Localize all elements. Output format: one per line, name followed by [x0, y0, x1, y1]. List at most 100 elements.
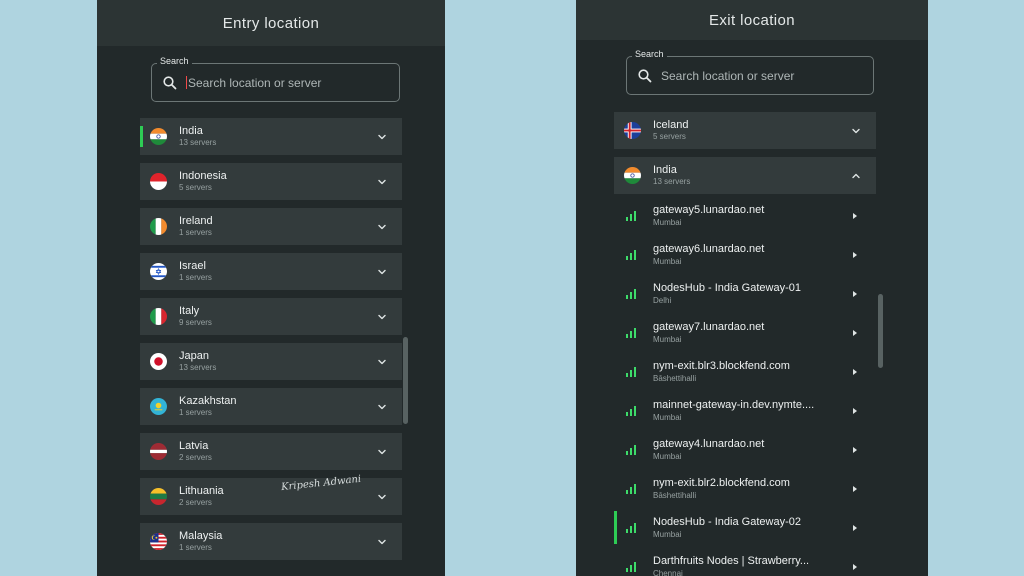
- chevron-right-icon[interactable]: [850, 484, 860, 494]
- server-row[interactable]: nym-exit.blr2.blockfend.com Bāshettihalli: [614, 469, 876, 508]
- server-name: nym-exit.blr3.blockfend.com: [653, 359, 790, 372]
- signal-strength-icon: [626, 210, 638, 221]
- lithuania-flag-icon: [150, 488, 167, 505]
- server-text: nym-exit.blr3.blockfend.com Bāshettihalli: [653, 360, 850, 384]
- server-name: NodesHub - India Gateway-02: [653, 515, 801, 528]
- country-row[interactable]: Ireland 1 servers: [140, 208, 402, 245]
- server-row[interactable]: gateway7.lunardao.net Mumbai: [614, 313, 876, 352]
- server-row[interactable]: gateway6.lunardao.net Mumbai: [614, 235, 876, 274]
- country-name: Israel: [179, 260, 206, 272]
- server-text: gateway4.lunardao.net Mumbai: [653, 438, 850, 462]
- server-name: gateway7.lunardao.net: [653, 320, 765, 333]
- entry-country-list: India 13 servers Indonesia 5 servers Ireland…: [140, 118, 402, 568]
- chevron-right-icon[interactable]: [850, 289, 860, 299]
- chevron-down-icon[interactable]: [376, 131, 388, 143]
- server-row[interactable]: NodesHub - India Gateway-01 Delhi: [614, 274, 876, 313]
- server-count: 1 servers: [179, 408, 212, 417]
- country-text: India 13 servers: [653, 164, 850, 187]
- country-text: Iceland 5 servers: [653, 119, 850, 142]
- chevron-right-icon[interactable]: [850, 445, 860, 455]
- country-row[interactable]: India 13 servers: [614, 157, 876, 194]
- chevron-down-icon[interactable]: [850, 125, 862, 137]
- server-location: Bāshettihalli: [653, 373, 697, 383]
- country-text: Indonesia 5 servers: [179, 170, 376, 193]
- exit-location-list: Iceland 5 servers India 13 servers gateway5.…: [614, 112, 876, 576]
- server-count: 13 servers: [179, 138, 217, 147]
- country-row[interactable]: Malaysia 1 servers: [140, 523, 402, 560]
- server-text: NodesHub - India Gateway-01 Delhi: [653, 282, 850, 306]
- country-name: Iceland: [653, 119, 689, 131]
- signal-strength-icon: [626, 561, 638, 572]
- country-row[interactable]: Lithuania 2 servers: [140, 478, 402, 515]
- country-row[interactable]: Kazakhstan 1 servers: [140, 388, 402, 425]
- ireland-flag-icon: [150, 218, 167, 235]
- search-icon: [162, 75, 178, 91]
- server-row[interactable]: gateway4.lunardao.net Mumbai: [614, 430, 876, 469]
- israel-flag-icon: [150, 263, 167, 280]
- country-row[interactable]: India 13 servers: [140, 118, 402, 155]
- chevron-down-icon[interactable]: [376, 491, 388, 503]
- country-row[interactable]: Italy 9 servers: [140, 298, 402, 335]
- server-text: Darthfruits Nodes | Strawberry... Chennai: [653, 555, 850, 576]
- country-name: Ireland: [179, 215, 213, 227]
- server-name: mainnet-gateway-in.dev.nymte....: [653, 398, 815, 411]
- server-row[interactable]: gateway5.lunardao.net Mumbai: [614, 196, 876, 235]
- server-location: Delhi: [653, 295, 672, 305]
- chevron-down-icon[interactable]: [376, 311, 388, 323]
- server-name: NodesHub - India Gateway-01: [653, 281, 801, 294]
- chevron-right-icon[interactable]: [850, 523, 860, 533]
- chevron-down-icon[interactable]: [376, 176, 388, 188]
- kazakhstan-flag-icon: [150, 398, 167, 415]
- server-row[interactable]: mainnet-gateway-in.dev.nymte.... Mumbai: [614, 391, 876, 430]
- country-row[interactable]: Israel 1 servers: [140, 253, 402, 290]
- server-count: 13 servers: [653, 177, 691, 186]
- server-count: 9 servers: [179, 318, 212, 327]
- chevron-right-icon[interactable]: [850, 250, 860, 260]
- entry-search-input[interactable]: [188, 75, 388, 90]
- latvia-flag-icon: [150, 443, 167, 460]
- server-row[interactable]: Darthfruits Nodes | Strawberry... Chennai: [614, 547, 876, 576]
- indonesia-flag-icon: [150, 173, 167, 190]
- exit-scrollbar[interactable]: [878, 294, 883, 368]
- chevron-right-icon[interactable]: [850, 406, 860, 416]
- country-row[interactable]: Latvia 2 servers: [140, 433, 402, 470]
- country-name: Indonesia: [179, 170, 227, 182]
- country-text: India 13 servers: [179, 125, 376, 148]
- chevron-right-icon[interactable]: [850, 562, 860, 572]
- server-count: 2 servers: [179, 453, 212, 462]
- server-row[interactable]: NodesHub - India Gateway-02 Mumbai: [614, 508, 876, 547]
- chevron-down-icon[interactable]: [376, 536, 388, 548]
- chevron-down-icon[interactable]: [376, 266, 388, 278]
- country-row[interactable]: Indonesia 5 servers: [140, 163, 402, 200]
- server-count: 13 servers: [179, 363, 217, 372]
- signal-strength-icon: [626, 366, 638, 377]
- entry-search-box[interactable]: Search: [151, 56, 400, 102]
- chevron-down-icon[interactable]: [376, 356, 388, 368]
- server-row[interactable]: nym-exit.blr3.blockfend.com Bāshettihalli: [614, 352, 876, 391]
- italy-flag-icon: [150, 308, 167, 325]
- entry-scrollbar[interactable]: [403, 337, 408, 424]
- chevron-right-icon[interactable]: [850, 328, 860, 338]
- chevron-down-icon[interactable]: [376, 446, 388, 458]
- entry-panel-header: Entry location: [97, 0, 445, 46]
- signal-strength-icon: [626, 327, 638, 338]
- exit-search-input[interactable]: [661, 68, 861, 83]
- server-location: Chennai: [653, 568, 683, 576]
- country-name: Kazakhstan: [179, 395, 237, 407]
- exit-search-box[interactable]: Search: [626, 49, 874, 95]
- country-name: Malaysia: [179, 530, 223, 542]
- chevron-right-icon[interactable]: [850, 367, 860, 377]
- chevron-right-icon[interactable]: [850, 211, 860, 221]
- malaysia-flag-icon: [150, 533, 167, 550]
- chevron-down-icon[interactable]: [376, 401, 388, 413]
- signal-strength-icon: [626, 444, 638, 455]
- server-name: Darthfruits Nodes | Strawberry...: [653, 554, 810, 567]
- country-text: Latvia 2 servers: [179, 440, 376, 463]
- country-row[interactable]: Japan 13 servers: [140, 343, 402, 380]
- signal-strength-icon: [626, 522, 638, 533]
- chevron-down-icon[interactable]: [376, 221, 388, 233]
- country-name: Japan: [179, 350, 209, 362]
- country-name: Lithuania: [179, 485, 224, 497]
- country-row[interactable]: Iceland 5 servers: [614, 112, 876, 149]
- chevron-up-icon[interactable]: [850, 170, 862, 182]
